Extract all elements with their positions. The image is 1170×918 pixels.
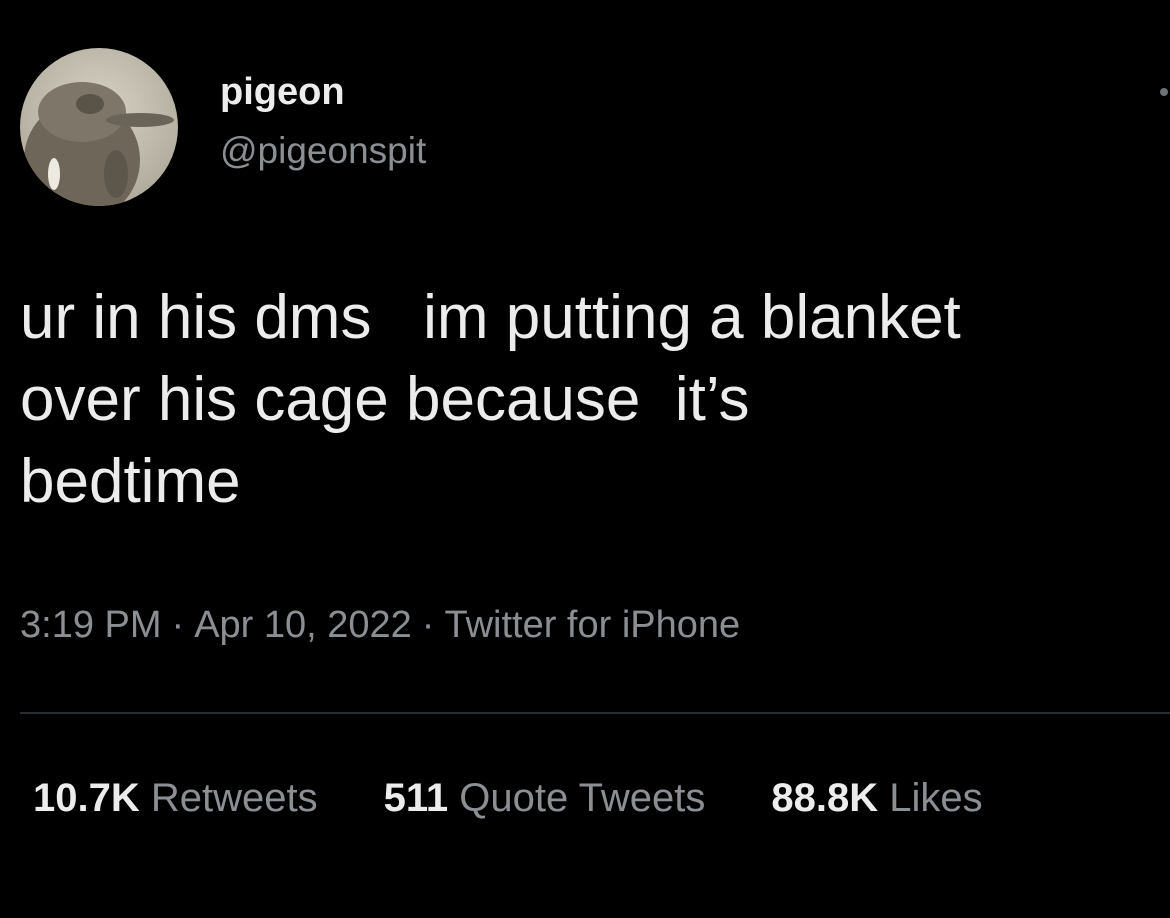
tweet-card: pigeon @pigeonspit ur in his dms im putt…	[0, 0, 1170, 918]
more-options-icon[interactable]	[1160, 88, 1168, 96]
tweet-header: pigeon @pigeonspit	[20, 48, 426, 206]
retweets-stat[interactable]: 10.7K Retweets	[33, 776, 318, 821]
meta-separator: ·	[171, 604, 185, 646]
engagement-stats: 10.7K Retweets 511 Quote Tweets 88.8K Like…	[33, 776, 983, 821]
tweet-time[interactable]: 3:19 PM	[20, 604, 162, 646]
quote-tweets-stat[interactable]: 511 Quote Tweets	[384, 776, 706, 821]
display-name[interactable]: pigeon	[220, 70, 426, 114]
avatar[interactable]	[20, 48, 178, 206]
retweets-label: Retweets	[150, 776, 318, 820]
likes-label: Likes	[889, 776, 983, 820]
tweet-metadata: 3:19 PM · Apr 10, 2022 · Twitter for iPhone	[20, 604, 740, 647]
tweet-source[interactable]: Twitter for iPhone	[444, 604, 740, 646]
likes-stat[interactable]: 88.8K Likes	[771, 776, 982, 821]
meta-separator: ·	[421, 604, 435, 646]
divider	[20, 712, 1170, 714]
tweet-date[interactable]: Apr 10, 2022	[194, 604, 412, 646]
user-handle[interactable]: @pigeonspit	[220, 129, 426, 173]
quote-label: Quote Tweets	[459, 776, 706, 820]
user-names: pigeon @pigeonspit	[220, 70, 426, 173]
retweets-count: 10.7K	[33, 776, 140, 820]
likes-count: 88.8K	[771, 776, 879, 820]
tweet-text: ur in his dms im putting a blanket over …	[20, 283, 961, 516]
pigeon-avatar-icon	[20, 48, 178, 206]
quote-count: 511	[383, 776, 449, 820]
